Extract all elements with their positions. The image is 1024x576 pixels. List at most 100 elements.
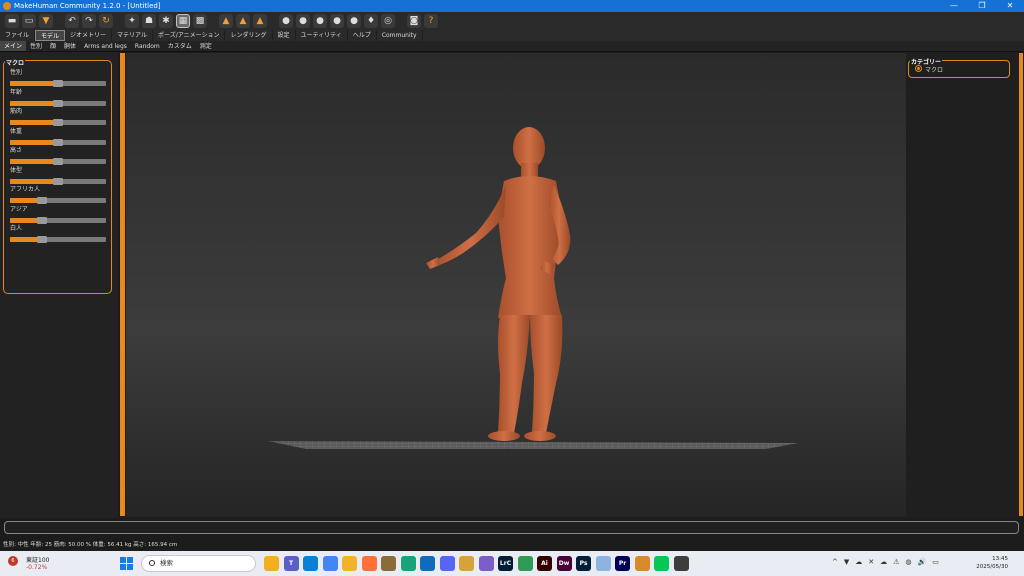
screenshot-icon[interactable]: ◙ (407, 14, 421, 28)
subtab-custom[interactable]: カスタム (164, 41, 196, 51)
macro-slider[interactable] (10, 216, 106, 224)
minimize-button[interactable]: — (940, 0, 968, 12)
redo-icon[interactable]: ↷ (82, 14, 96, 28)
outlook-icon[interactable] (420, 556, 435, 571)
slider-handle[interactable] (36, 236, 47, 243)
volume-icon[interactable]: 🔊 (918, 558, 927, 566)
start-button[interactable] (120, 557, 133, 570)
3d-viewport[interactable] (126, 53, 906, 517)
slider-handle[interactable] (53, 138, 63, 146)
checker-icon[interactable]: ▩ (193, 14, 207, 28)
macro-slider[interactable] (10, 197, 106, 204)
head-top-icon[interactable]: ● (330, 14, 344, 28)
paint-icon[interactable] (634, 556, 650, 571)
onedrive-icon[interactable]: ☁ (855, 558, 862, 566)
slider-handle[interactable] (53, 99, 63, 107)
pose-icon[interactable]: ✱ (159, 14, 173, 28)
chrome-icon[interactable] (322, 556, 338, 571)
cloud-icon[interactable]: ☁ (880, 558, 887, 566)
macro-slider[interactable] (10, 99, 106, 107)
subtab-gender[interactable]: 性別 (26, 41, 46, 51)
taskbar-search[interactable]: 検索 (141, 555, 256, 572)
tab-rendering[interactable]: レンダリング (225, 30, 273, 41)
export-icon[interactable]: ▼ (39, 14, 53, 28)
smooth-icon[interactable]: ✦ (125, 14, 139, 28)
firefox-icon[interactable] (361, 556, 377, 571)
close-tray-icon[interactable]: ✕ (868, 558, 874, 566)
reset-icon[interactable]: ↻ (99, 14, 113, 28)
macro-slider-row: 体型 (10, 167, 110, 185)
photoshop-icon[interactable]: Ps (576, 556, 591, 571)
help-icon[interactable]: ? (424, 14, 438, 28)
subtab-measure[interactable]: 測定 (196, 41, 216, 51)
tab-settings[interactable]: 設定 (273, 30, 296, 41)
edge-icon[interactable] (400, 556, 416, 571)
dreamweaver-icon[interactable]: Dw (556, 556, 572, 571)
tab-community[interactable]: Community (377, 30, 423, 41)
slider-handle[interactable] (36, 197, 47, 204)
game-icon[interactable] (381, 556, 396, 571)
globe-icon[interactable] (595, 556, 611, 571)
pen-icon[interactable] (478, 556, 494, 571)
slider-handle[interactable] (53, 80, 63, 87)
frame-icon[interactable]: ◎ (381, 14, 395, 28)
illustrator-icon[interactable]: Ai (537, 556, 552, 571)
tab-pose-animation[interactable]: ポーズ/アニメーション (153, 30, 226, 41)
premiere-icon[interactable]: Pr (615, 556, 630, 571)
new-file-icon[interactable]: ▬ (5, 14, 19, 28)
front-view-icon[interactable]: ▲ (219, 14, 233, 28)
macro-slider[interactable] (10, 119, 106, 126)
left-splitter[interactable] (120, 53, 125, 516)
folder-icon[interactable] (342, 556, 357, 571)
close-button[interactable]: ✕ (996, 0, 1024, 12)
file-explorer-icon[interactable] (264, 556, 279, 571)
top-view-icon[interactable]: ▲ (253, 14, 267, 28)
save-icon[interactable]: ▭ (22, 14, 36, 28)
tab-help[interactable]: ヘルプ (348, 30, 377, 41)
subtab-main[interactable]: メイン (0, 41, 27, 51)
wireframe-icon[interactable]: ☗ (142, 14, 156, 28)
undo-icon[interactable]: ↶ (65, 14, 79, 28)
head-icon[interactable]: ● (347, 14, 361, 28)
side-view-icon[interactable]: ▲ (236, 14, 250, 28)
warning-icon[interactable]: ⚠ (893, 558, 899, 566)
tab-utilities[interactable]: ユーティリティ (296, 30, 348, 41)
slider-handle[interactable] (53, 119, 63, 126)
wifi-icon[interactable]: ◍ (905, 558, 911, 566)
line-icon[interactable] (654, 556, 669, 571)
head-side-icon[interactable]: ● (296, 14, 310, 28)
clock[interactable]: 13:45 2025/05/30 (964, 555, 1008, 571)
store-icon[interactable] (303, 556, 318, 571)
discord-icon[interactable] (439, 556, 455, 571)
makehuman-taskbar-icon[interactable] (459, 556, 474, 571)
macro-slider[interactable] (10, 177, 106, 185)
maximize-button[interactable]: ❐ (968, 0, 996, 12)
head-alt-icon[interactable]: ♦ (364, 14, 378, 28)
head-back-icon[interactable]: ● (313, 14, 327, 28)
tab-material[interactable]: マテリアル (112, 30, 153, 41)
map-icon[interactable] (517, 556, 533, 571)
slider-handle[interactable] (53, 177, 63, 185)
subtab-random[interactable]: Random (131, 41, 164, 51)
slider-handle[interactable] (36, 216, 47, 224)
head-front-icon[interactable]: ● (279, 14, 293, 28)
slider-handle[interactable] (53, 158, 63, 165)
grid-icon[interactable]: ▦ (176, 14, 190, 28)
subtab-torso[interactable]: 胴体 (60, 41, 80, 51)
show-hidden-icons[interactable]: ^ (832, 558, 838, 566)
tab-model[interactable]: モデル (35, 30, 66, 41)
tab-geometry[interactable]: ジオメトリー (65, 30, 113, 41)
macro-radio[interactable] (915, 65, 922, 72)
subtab-arms-legs[interactable]: Arms and legs (80, 41, 131, 51)
tab-file[interactable]: ファイル (0, 30, 36, 41)
macro-slider[interactable] (10, 80, 106, 87)
lightroom-icon[interactable]: LrC (498, 556, 513, 571)
teams-icon[interactable]: T (283, 556, 299, 571)
subtab-face[interactable]: 顔 (46, 41, 60, 51)
battery-icon[interactable]: ▭ (932, 558, 939, 566)
makehuman-app-icon[interactable] (673, 556, 689, 571)
dropbox-icon[interactable]: ▼ (844, 558, 849, 566)
macro-slider[interactable] (10, 236, 106, 243)
macro-slider[interactable] (10, 158, 106, 165)
macro-slider[interactable] (10, 138, 106, 146)
